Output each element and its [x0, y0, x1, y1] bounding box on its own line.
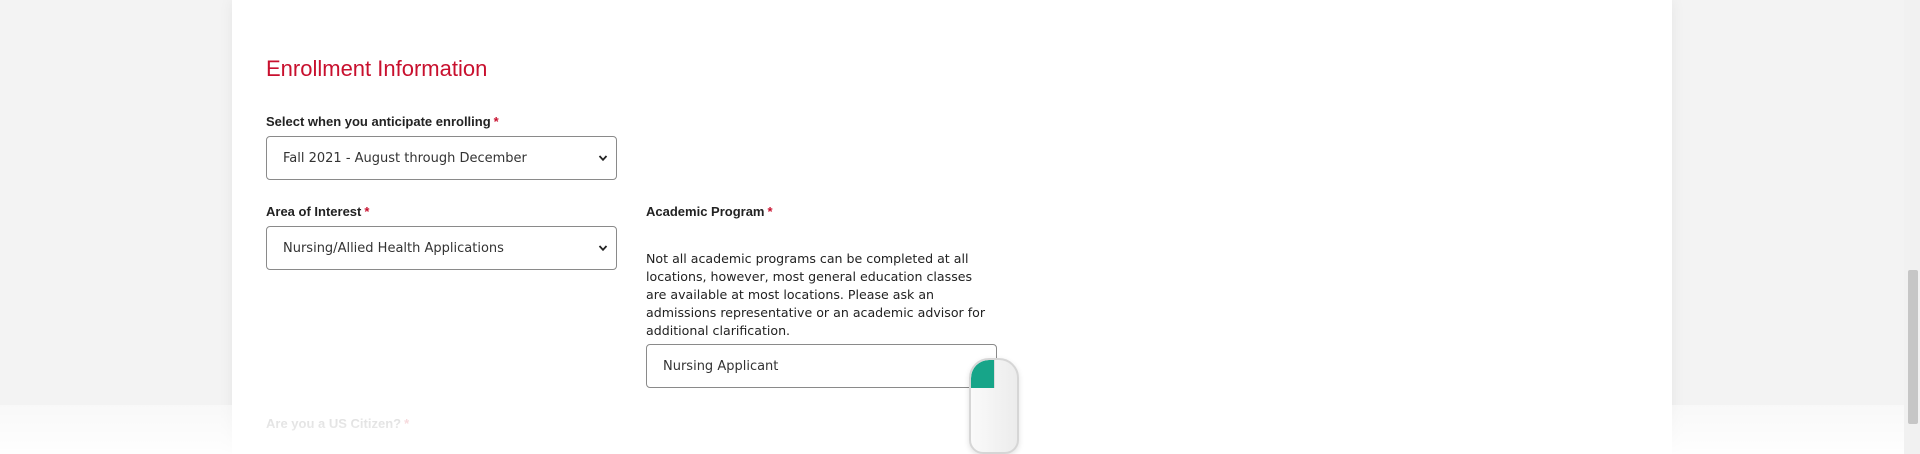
us-citizen-label: Are you a US Citizen? * — [266, 416, 409, 431]
scrollbar-track[interactable] — [1904, 0, 1920, 454]
required-marker: * — [767, 204, 773, 219]
enrolling-label-text: Select when you anticipate enrolling — [266, 114, 491, 129]
page: Enrollment Information Select when you a… — [0, 0, 1920, 454]
enrolling-select[interactable]: Fall 2021 - August through December — [266, 136, 617, 180]
mouse-button-divider — [994, 360, 995, 388]
required-marker: * — [404, 416, 410, 431]
section-title: Enrollment Information — [266, 56, 488, 81]
chevron-down-icon — [598, 155, 608, 162]
area-of-interest-label-text: Area of Interest — [266, 204, 362, 219]
required-marker: * — [364, 204, 370, 219]
us-citizen-label-text: Are you a US Citizen? — [266, 416, 402, 431]
area-of-interest-label: Area of Interest * — [266, 204, 369, 219]
academic-program-label-text: Academic Program — [646, 204, 765, 219]
enrolling-select-value: Fall 2021 - August through December — [283, 150, 527, 166]
scrollbar-thumb[interactable] — [1908, 270, 1918, 424]
area-of-interest-select-value: Nursing/Allied Health Applications — [283, 240, 504, 256]
enrolling-label: Select when you anticipate enrolling * — [266, 114, 499, 129]
area-of-interest-select[interactable]: Nursing/Allied Health Applications — [266, 226, 617, 270]
required-marker: * — [493, 114, 499, 129]
mouse-icon — [969, 358, 1019, 454]
academic-program-select-value: Nursing Applicant — [663, 358, 779, 374]
chevron-down-icon — [598, 245, 608, 252]
academic-program-select[interactable]: Nursing Applicant — [646, 344, 997, 388]
academic-program-label: Academic Program * — [646, 204, 773, 219]
mouse-left-button — [971, 360, 994, 388]
academic-program-help-text: Not all academic programs can be complet… — [646, 251, 986, 338]
